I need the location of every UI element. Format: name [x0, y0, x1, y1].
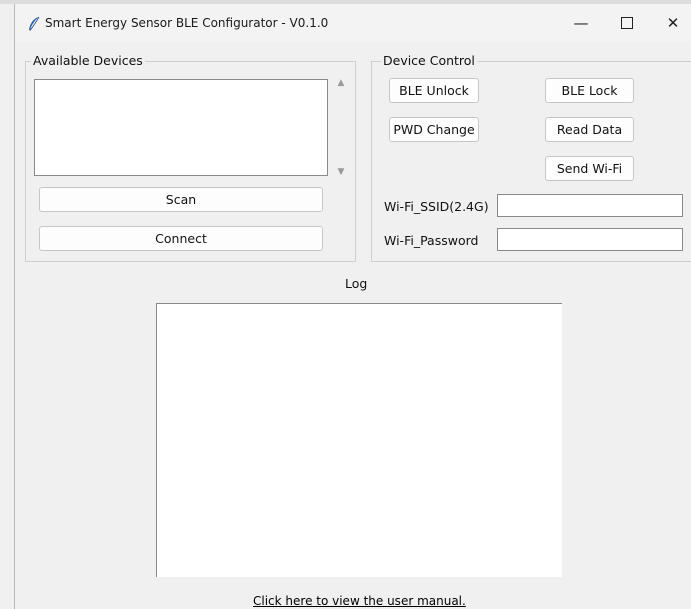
- title-bar[interactable]: Smart Energy Sensor BLE Configurator - V…: [15, 4, 691, 42]
- wifi-ssid-label: Wi-Fi_SSID(2.4G): [384, 199, 489, 214]
- ble-lock-button[interactable]: BLE Lock: [545, 78, 634, 103]
- log-label: Log: [345, 276, 368, 291]
- minimize-icon: —: [573, 14, 589, 32]
- window-title: Smart Energy Sensor BLE Configurator - V…: [45, 16, 329, 30]
- maximize-button[interactable]: [604, 4, 650, 42]
- available-devices-label: Available Devices: [31, 53, 145, 68]
- feather-icon: [25, 15, 43, 33]
- wifi-password-input[interactable]: [497, 228, 683, 251]
- close-icon: ✕: [666, 14, 680, 32]
- ble-unlock-button[interactable]: BLE Unlock: [389, 78, 479, 103]
- scroll-down-arrow-icon[interactable]: ▼: [335, 167, 347, 179]
- wifi-password-label: Wi-Fi_Password: [384, 233, 479, 248]
- device-control-label: Device Control: [381, 53, 477, 68]
- log-textbox[interactable]: [156, 303, 562, 577]
- devices-listbox[interactable]: [34, 79, 328, 176]
- close-button[interactable]: ✕: [650, 4, 691, 42]
- scan-button[interactable]: Scan: [39, 187, 323, 212]
- scroll-up-arrow-icon[interactable]: ▲: [335, 78, 347, 90]
- user-manual-link[interactable]: Click here to view the user manual.: [253, 594, 466, 608]
- pwd-change-button[interactable]: PWD Change: [389, 117, 479, 142]
- app-window: Smart Energy Sensor BLE Configurator - V…: [14, 4, 691, 609]
- minimize-button[interactable]: —: [558, 4, 604, 42]
- connect-button[interactable]: Connect: [39, 226, 323, 251]
- maximize-icon: [621, 17, 633, 29]
- send-wifi-button[interactable]: Send Wi-Fi: [545, 156, 634, 181]
- wifi-ssid-input[interactable]: [497, 194, 683, 217]
- read-data-button[interactable]: Read Data: [545, 117, 634, 142]
